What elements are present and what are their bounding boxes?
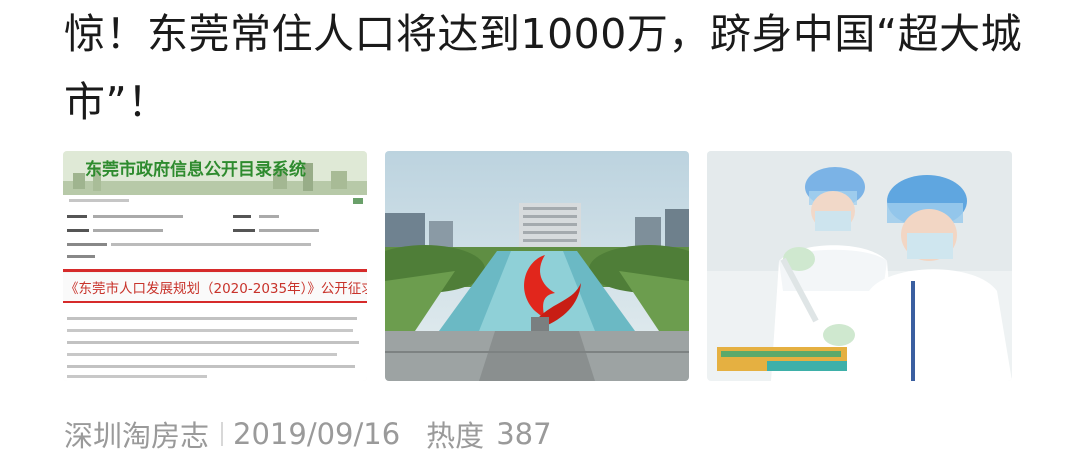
article-title[interactable]: 惊！东莞常住人口将达到1000万，跻身中国“超大城市”！	[64, 0, 1024, 136]
meta-divider	[221, 422, 224, 446]
thumbnail-lab[interactable]	[707, 151, 1012, 381]
publish-date: 2019/09/16	[233, 417, 401, 451]
doc-headline-text: 《东莞市人口发展规划（2020-2035年）》公开征求意见的	[65, 280, 367, 297]
news-card[interactable]: 惊！东莞常住人口将达到1000万，跻身中国“超大城市”！ 东莞市政府信息公开目录…	[0, 0, 1076, 454]
doc-header-text: 东莞市政府信息公开目录系统	[85, 159, 306, 180]
source-name[interactable]: 深圳淘房志	[64, 413, 209, 455]
thumbnail-document[interactable]: 东莞市政府信息公开目录系统 《东莞市人口发展规划（2020-2035年）》公开征	[63, 151, 367, 381]
heat-label: 热度	[426, 419, 485, 453]
article-meta: 深圳淘房志 2019/09/16 热度 387	[64, 414, 552, 454]
thumbnail-city-square[interactable]	[385, 151, 689, 381]
heat-count: 387	[496, 417, 552, 451]
thumbnail-strip: 东莞市政府信息公开目录系统 《东莞市人口发展规划（2020-2035年）》公开征	[63, 151, 1012, 381]
